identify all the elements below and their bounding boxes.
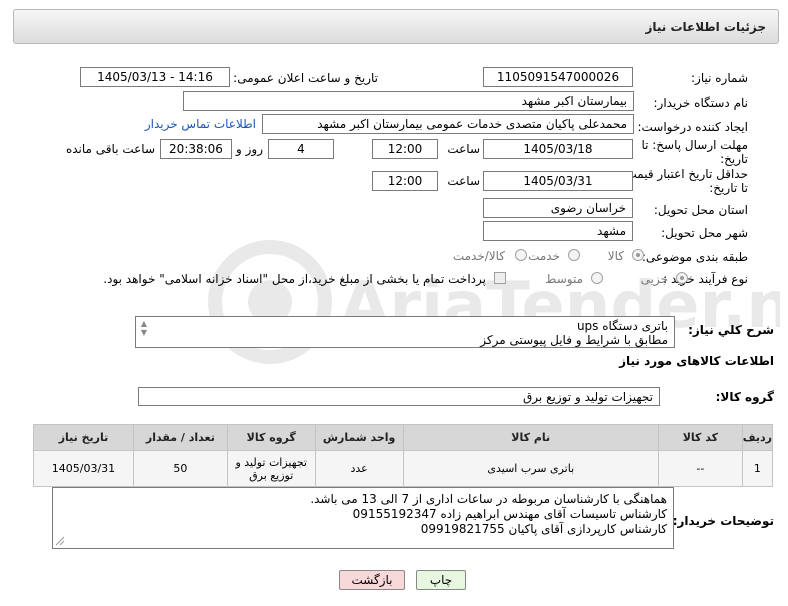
buyer-notes-label: توضیحات خریدار: — [672, 514, 774, 528]
cell-code: -- — [657, 450, 743, 487]
col-name: نام کالا — [402, 424, 659, 451]
buyer-org-label: نام دستگاه خریدار: — [653, 96, 749, 110]
col-quantity: تعداد / مقدار — [132, 424, 228, 451]
process-medium-label: متوسط — [545, 272, 583, 286]
back-button[interactable]: بازگشت — [339, 570, 405, 590]
cell-date: 1405/03/31 — [33, 450, 134, 487]
city-label: شهر محل تحویل: — [661, 226, 748, 240]
cell-name: باتری سرب اسیدی — [402, 450, 659, 487]
category-radio-goods-service[interactable] — [515, 249, 527, 261]
col-row: ردیف — [741, 424, 774, 451]
remaining-time-field: 20:38:06 — [160, 139, 232, 159]
deadline-time-field: 12:00 — [372, 139, 438, 159]
province-label: استان محل تحویل: — [653, 203, 748, 217]
description-label: شرح کلي نياز: — [688, 323, 774, 337]
need-number-field: 1105091547000026 — [483, 67, 633, 87]
cell-row: 1 — [741, 450, 774, 487]
price-valid-label-1: حداقل تاریخ اعتبار قیمت: — [621, 167, 748, 181]
price-valid-date-field: 1405/03/31 — [483, 171, 633, 191]
col-unit: واحد شمارش — [314, 424, 404, 451]
category-radio-service[interactable] — [568, 249, 580, 261]
description-line-2: مطابق با شرایط و فایل پیوستی مرکز — [480, 333, 668, 347]
requester-field: محمدعلی پاکیان متصدی خدمات عمومی بیمارست… — [262, 114, 634, 134]
payment-checkbox[interactable] — [494, 272, 506, 284]
category-label: طبقه بندی موضوعی: — [641, 250, 748, 264]
deadline-time-label: ساعت — [447, 142, 480, 156]
col-group: گروه کالا — [226, 424, 316, 451]
category-goods-service-label: کالا/خدمت — [452, 249, 505, 263]
cell-unit: عدد — [314, 450, 404, 487]
payment-note: پرداخت تمام یا بخشی از مبلغ خرید،از محل … — [103, 272, 486, 286]
buyer-notes-textarea: هماهنگی با کارشناسان مربوطه در ساعات ادا… — [52, 487, 674, 549]
page-title: جزئیات اطلاعات نیاز — [645, 20, 766, 34]
province-field: خراسان رضوی — [483, 198, 633, 218]
col-code: کد کالا — [657, 424, 743, 451]
remaining-label: ساعت باقی مانده — [65, 142, 155, 156]
resize-grip-icon[interactable] — [55, 536, 65, 546]
deadline-label-2: تاریخ: — [720, 152, 748, 166]
goods-info-heading: اطلاعات کالاهای مورد نیاز — [619, 354, 774, 368]
announce-field: 1405/03/13 - 14:16 — [80, 67, 230, 87]
category-radio-goods[interactable] — [632, 249, 644, 261]
buyer-notes-line-2: کارشناس تاسیسات آقای مهندس ابراهیم زاده … — [352, 507, 667, 521]
price-valid-time-label: ساعت — [447, 174, 480, 188]
col-date: تاریخ نیاز — [33, 424, 134, 451]
description-textarea: ▲ ▼ باتری دستگاه ups مطابق با شرایط و فای… — [135, 316, 675, 348]
city-field: مشهد — [483, 221, 633, 241]
buyer-contact-link[interactable]: اطلاعات تماس خریدار — [145, 117, 256, 131]
header-panel: جزئیات اطلاعات نیاز — [13, 9, 779, 44]
buyer-notes-line-1: هماهنگی با کارشناسان مربوطه در ساعات ادا… — [310, 492, 667, 506]
price-valid-label-2: تا تاریخ: — [709, 181, 748, 195]
process-minor-label: جزیی — [640, 272, 668, 286]
process-radio-medium[interactable] — [591, 272, 603, 284]
table-header-row: ردیف کد کالا نام کالا واحد شمارش گروه کا… — [33, 424, 774, 451]
requester-label: ایجاد کننده درخواست: — [637, 120, 748, 134]
goods-group-label: گروه کالا: — [715, 390, 774, 404]
goods-group-field: تجهیزات تولید و توزیع برق — [138, 387, 660, 406]
cell-quantity: 50 — [132, 450, 228, 487]
buyer-notes-line-3: کارشناس کارپردازی آقای پاکیان 0991982175… — [420, 522, 667, 536]
category-goods-label: کالا — [607, 249, 624, 263]
cell-group: تجهیزات تولید و توزیع برق — [226, 450, 316, 487]
buyer-org-field: بیمارستان اکبر مشهد — [183, 91, 634, 111]
process-radio-minor[interactable] — [676, 272, 688, 284]
scroll-arrows-icon[interactable]: ▲ ▼ — [138, 319, 150, 337]
need-number-label: شماره نیاز: — [691, 71, 748, 85]
items-table: ردیف کد کالا نام کالا واحد شمارش گروه کا… — [33, 424, 774, 487]
description-line-1: باتری دستگاه ups — [576, 319, 668, 333]
days-label: روز و — [236, 142, 263, 156]
print-button[interactable]: چاپ — [416, 570, 466, 590]
category-service-label: خدمت — [528, 249, 560, 263]
deadline-date-field: 1405/03/18 — [483, 139, 633, 159]
table-row: 1 -- باتری سرب اسیدی عدد تجهیزات تولید و… — [33, 450, 774, 487]
price-valid-time-field: 12:00 — [372, 171, 438, 191]
deadline-label-1: مهلت ارسال پاسخ: تا — [641, 138, 748, 152]
announce-label: تاریخ و ساعت اعلان عمومی: — [233, 71, 378, 85]
days-field: 4 — [268, 139, 334, 159]
